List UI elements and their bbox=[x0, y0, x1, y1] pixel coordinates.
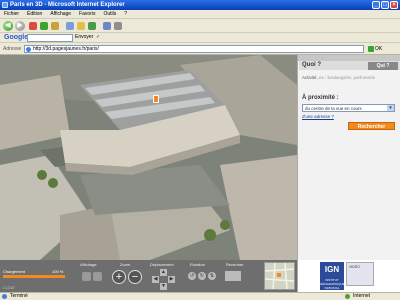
minimize-icon[interactable]: _ bbox=[372, 1, 380, 9]
close-icon[interactable]: × bbox=[390, 1, 398, 9]
display-mode-icon[interactable] bbox=[93, 272, 102, 281]
menu-file[interactable]: Fichier bbox=[4, 11, 19, 17]
display-label: Affichage bbox=[80, 262, 97, 267]
address-bar: Adresse http://3d.pagesjaunes.fr/paris/ … bbox=[0, 43, 400, 55]
ign-subtitle: INSTITUT GÉOGRAPHIQUE NATIONAL bbox=[320, 278, 345, 290]
minimap[interactable] bbox=[264, 262, 295, 290]
window-controls: _ □ × bbox=[372, 1, 398, 9]
ie-app-icon bbox=[2, 2, 8, 8]
status-text: Terminé bbox=[10, 293, 28, 299]
window-title-bar: Paris en 3D - Microsoft Internet Explore… bbox=[0, 0, 400, 10]
home-icon[interactable] bbox=[51, 22, 59, 30]
proximity-select[interactable]: du centre de la vue en cours ▾ bbox=[302, 104, 395, 112]
google-logo: Google bbox=[4, 34, 29, 41]
activity-label: Activité, bbox=[302, 75, 318, 80]
page-content: Affichage Zoom Déplacement Rotation Rece… bbox=[0, 55, 400, 292]
recenter-label: Recentrer bbox=[226, 262, 244, 267]
recenter-button[interactable] bbox=[225, 271, 241, 281]
quoi-title: Quoi ? bbox=[302, 62, 321, 68]
forward-button[interactable]: ▶ bbox=[15, 21, 25, 31]
view-coordinates: 1.13.87 bbox=[3, 286, 15, 290]
rotation-label: Rotation bbox=[190, 262, 205, 267]
location-marker-icon[interactable] bbox=[153, 95, 159, 103]
status-bar: Terminé Internet bbox=[0, 292, 400, 300]
page-icon bbox=[26, 47, 31, 52]
activity-hint: ex.: boulangerie, parfumerie bbox=[319, 75, 376, 80]
google-check-icon[interactable]: ✓ bbox=[96, 34, 100, 40]
address-input[interactable]: http://3d.pagesjaunes.fr/paris/ bbox=[24, 45, 364, 53]
page-done-icon bbox=[2, 294, 7, 299]
security-zone: Internet bbox=[345, 293, 370, 300]
back-button[interactable]: ◀ bbox=[3, 21, 13, 31]
move-left-icon[interactable]: ◀ bbox=[152, 276, 159, 283]
mail-icon[interactable] bbox=[103, 22, 111, 30]
window-title: Paris en 3D - Microsoft Internet Explore… bbox=[10, 2, 125, 8]
proximity-label: À proximité : bbox=[302, 95, 339, 101]
stop-icon[interactable] bbox=[29, 22, 37, 30]
minimap-image bbox=[264, 262, 295, 290]
map-3d-view[interactable]: Affichage Zoom Déplacement Rotation Rece… bbox=[0, 55, 297, 292]
loading-progress-bar bbox=[3, 275, 65, 278]
menu-edit[interactable]: Édition bbox=[27, 11, 42, 17]
browser-toolbar: ◀ ▶ bbox=[0, 19, 400, 33]
menu-tools[interactable]: Outils bbox=[103, 11, 116, 17]
zoom-in-button[interactable]: + bbox=[112, 270, 126, 284]
move-right-icon[interactable]: ▶ bbox=[168, 276, 175, 283]
ign-logo-text: IGN bbox=[324, 265, 340, 274]
move-down-icon[interactable]: ▼ bbox=[160, 283, 167, 290]
tab-qui[interactable]: Qui ? bbox=[368, 62, 398, 70]
tilt-icon[interactable]: ⇅ bbox=[208, 272, 216, 280]
address-go-label: OK bbox=[375, 46, 383, 52]
address-label: Adresse bbox=[3, 46, 22, 52]
activity-field[interactable]: Activité, ex.: boulangerie, parfumerie bbox=[302, 75, 375, 80]
move-up-icon[interactable]: ▲ bbox=[160, 269, 167, 276]
menu-view[interactable]: Affichage bbox=[50, 11, 71, 17]
address-link[interactable]: d'une adresse ? bbox=[302, 114, 334, 119]
refresh-icon[interactable] bbox=[40, 22, 48, 30]
video-box[interactable]: VIDÉO bbox=[346, 262, 374, 286]
chevron-down-icon[interactable]: ▾ bbox=[387, 105, 394, 111]
search-side-panel: Quoi ? Qui ? Activité, ex.: boulangerie,… bbox=[297, 55, 400, 292]
google-search-input[interactable] bbox=[27, 34, 73, 42]
menu-favorites[interactable]: Favoris bbox=[79, 11, 95, 17]
map-3d-image bbox=[0, 55, 297, 260]
quoi-header: Quoi ? Qui ? bbox=[299, 61, 400, 70]
search-button[interactable]: Rechercher bbox=[348, 122, 395, 130]
menu-bar: Fichier Édition Affichage Favoris Outils… bbox=[0, 10, 400, 19]
rotate-left-icon[interactable]: ↺ bbox=[188, 272, 196, 280]
history-icon[interactable] bbox=[88, 22, 96, 30]
loading-percent: 100 % bbox=[52, 269, 64, 274]
zoom-label: Zoom bbox=[120, 262, 131, 267]
menu-help[interactable]: ? bbox=[124, 11, 127, 17]
display-toggle-icon[interactable] bbox=[82, 272, 91, 281]
address-url: http://3d.pagesjaunes.fr/paris/ bbox=[33, 46, 99, 52]
google-go-button[interactable]: Envoyer bbox=[75, 34, 93, 40]
loading-label: Chargement bbox=[3, 269, 26, 274]
address-go-button[interactable]: OK bbox=[367, 45, 397, 53]
loading-progress-fill bbox=[3, 275, 65, 278]
ign-logo[interactable]: IGN INSTITUT GÉOGRAPHIQUE NATIONAL bbox=[320, 262, 345, 290]
maximize-icon[interactable]: □ bbox=[381, 1, 389, 9]
search-icon[interactable] bbox=[66, 22, 74, 30]
move-label: Déplacement bbox=[150, 262, 174, 267]
ign-branding: IGN INSTITUT GÉOGRAPHIQUE NATIONAL VIDÉO bbox=[298, 260, 400, 292]
favorites-icon[interactable] bbox=[77, 22, 85, 30]
video-label: VIDÉO bbox=[349, 265, 360, 269]
navigation-control-bar: Affichage Zoom Déplacement Rotation Rece… bbox=[0, 260, 297, 292]
google-toolbar: Google Envoyer ✓ bbox=[0, 33, 400, 43]
zoom-out-button[interactable]: − bbox=[128, 270, 142, 284]
proximity-select-value: du centre de la vue en cours bbox=[305, 106, 362, 111]
print-icon[interactable] bbox=[114, 22, 122, 30]
rotate-right-icon[interactable]: ↻ bbox=[198, 272, 206, 280]
